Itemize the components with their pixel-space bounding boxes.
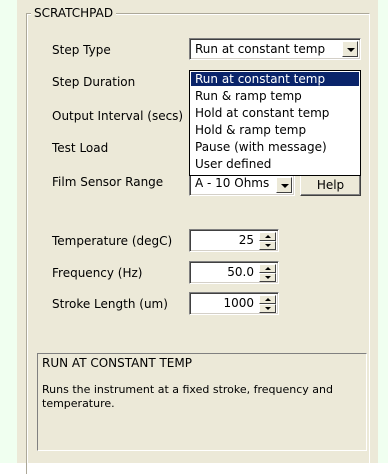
help-button[interactable]: Help — [300, 174, 361, 196]
step-type-dropdown-button[interactable] — [342, 41, 358, 57]
temperature-increment-button[interactable] — [259, 232, 276, 241]
frequency-increment-button[interactable] — [259, 264, 276, 273]
film-sensor-range-combobox[interactable]: A - 10 Ohms — [189, 174, 295, 196]
stroke-length-spin-buttons — [259, 295, 276, 313]
stroke-length-label: Stroke Length (um) — [52, 297, 168, 311]
step-duration-label: Step Duration — [52, 75, 136, 89]
step-type-option[interactable]: User defined — [191, 157, 359, 171]
frequency-spin-buttons — [259, 264, 276, 282]
right-background-strip — [378, 0, 388, 463]
stroke-length-value: 1000 — [223, 296, 254, 310]
film-sensor-range-value: A - 10 Ohms — [195, 176, 270, 190]
temperature-value: 25 — [238, 233, 254, 247]
stroke-length-increment-button[interactable] — [259, 295, 276, 304]
step-description-text: Runs the instrument at a fixed stroke, f… — [42, 383, 333, 410]
frequency-decrement-button[interactable] — [259, 273, 276, 282]
frequency-label: Frequency (Hz) — [52, 266, 143, 280]
step-description-box: RUN AT CONSTANT TEMP Runs the instrument… — [37, 353, 367, 451]
arrow-down-icon — [265, 276, 271, 279]
temperature-spinner[interactable]: 25 — [189, 229, 279, 252]
arrow-up-icon — [265, 267, 271, 270]
frequency-value: 50.0 — [227, 265, 254, 279]
step-type-combobox[interactable]: Run at constant temp — [189, 38, 361, 60]
step-type-dropdown-list: Run at constant temp Run & ramp temp Hol… — [189, 70, 361, 176]
step-type-option[interactable]: Hold & ramp temp — [191, 123, 359, 137]
film-sensor-range-label: Film Sensor Range — [52, 175, 164, 189]
arrow-up-icon — [265, 235, 271, 238]
stroke-length-decrement-button[interactable] — [259, 304, 276, 313]
stroke-length-spinner[interactable]: 1000 — [189, 292, 279, 315]
chevron-down-icon — [347, 48, 355, 52]
temperature-spin-buttons — [259, 232, 276, 250]
step-type-option[interactable]: Hold at constant temp — [191, 106, 359, 120]
step-type-option[interactable]: Run at constant temp — [191, 72, 359, 86]
arrow-down-icon — [265, 307, 271, 310]
step-type-label: Step Type — [52, 43, 111, 57]
arrow-up-icon — [265, 298, 271, 301]
step-type-option[interactable]: Run & ramp temp — [191, 89, 359, 103]
step-description-title: RUN AT CONSTANT TEMP — [42, 356, 192, 370]
temperature-label: Temperature (degC) — [52, 234, 173, 248]
frequency-spinner[interactable]: 50.0 — [189, 261, 279, 284]
step-type-value: Run at constant temp — [195, 42, 326, 56]
groupbox-title: SCRATCHPAD — [31, 6, 117, 20]
test-load-label: Test Load — [52, 141, 109, 155]
left-background-strip — [0, 0, 17, 463]
temperature-decrement-button[interactable] — [259, 241, 276, 250]
film-sensor-range-dropdown-button[interactable] — [276, 177, 292, 193]
output-interval-label: Output Interval (secs) — [52, 109, 184, 123]
arrow-down-icon — [265, 244, 271, 247]
chevron-down-icon — [281, 184, 289, 188]
step-type-option[interactable]: Pause (with message) — [191, 140, 359, 154]
